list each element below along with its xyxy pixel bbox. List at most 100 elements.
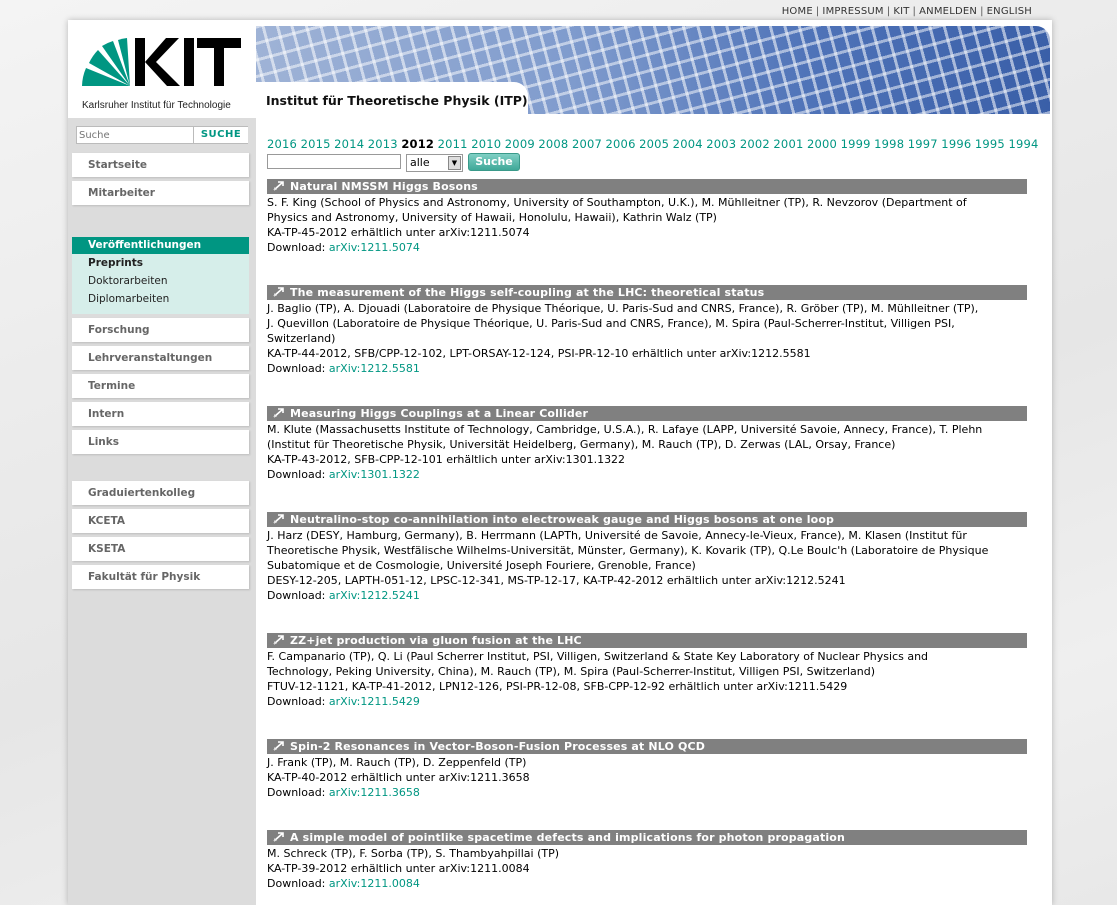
year-link-1999[interactable]: 1999 — [841, 137, 871, 151]
filter-text-input[interactable] — [267, 154, 401, 169]
year-link-1996[interactable]: 1996 — [941, 137, 971, 151]
publication-line: Physics and Astronomy, University of Haw… — [267, 211, 717, 224]
sidebar-item-fakultaet[interactable]: Fakultät für Physik — [72, 565, 249, 589]
publication-title-text: Spin-2 Resonances in Vector-Boson-Fusion… — [290, 740, 706, 753]
arxiv-download-link[interactable]: arXiv:1211.5074 — [329, 241, 420, 254]
sidebar-item-lehrveranstaltungen[interactable]: Lehrveranstaltungen — [72, 346, 249, 370]
sidebar-subitem-preprints[interactable]: Preprints — [88, 257, 143, 269]
publication-details: M. Schreck (TP), F. Sorba (TP), S. Thamb… — [267, 845, 1027, 891]
publication-line: M. Klute (Massachusetts Institute of Tec… — [267, 423, 983, 436]
kit-logo-mark — [82, 38, 241, 86]
publication-details: F. Campanario (TP), Q. Li (Paul Scherrer… — [267, 648, 1027, 709]
year-link-2001[interactable]: 2001 — [773, 137, 803, 151]
filter-select[interactable]: alle ▼ — [406, 154, 463, 172]
publication-line: F. Campanario (TP), Q. Li (Paul Scherrer… — [267, 650, 929, 663]
arxiv-download-link[interactable]: arXiv:1211.3658 — [329, 786, 420, 799]
page-container: HOME | IMPRESSUM | KIT | ANMELDEN | ENGLISH Karl… — [68, 6, 1052, 905]
download-label: Download: — [267, 589, 329, 602]
arxiv-download-link[interactable]: arXiv:1212.5581 — [329, 362, 420, 375]
publication-line: KA-TP-39-2012 erhältlich unter arXiv:121… — [267, 862, 530, 875]
publication-details: J. Baglio (TP), A. Djouadi (Laboratoire … — [267, 300, 1027, 376]
publication-item: Natural NMSSM Higgs Bosons S. F. King (Sc… — [267, 179, 1027, 255]
filter-select-value: alle — [410, 156, 430, 169]
publication-title[interactable]: Spin-2 Resonances in Vector-Boson-Fusion… — [267, 739, 1027, 754]
year-link-1998[interactable]: 1998 — [874, 137, 904, 151]
publication-title-text: Measuring Higgs Couplings at a Linear Co… — [290, 407, 589, 420]
arxiv-download-link[interactable]: arXiv:1212.5241 — [329, 589, 420, 602]
kit-logo[interactable]: Karlsruher Institut für Technologie — [80, 38, 250, 118]
publication-line: M. Schreck (TP), F. Sorba (TP), S. Thamb… — [267, 847, 560, 860]
sidebar-item-intern[interactable]: Intern — [72, 402, 249, 426]
header: Karlsruher Institut für Technologie Inst… — [68, 20, 1052, 118]
year-link-2016[interactable]: 2016 — [267, 137, 297, 151]
publication-line: Subatomique et de Cosmologie, Université… — [267, 559, 696, 572]
english-link[interactable]: ENGLISH — [987, 6, 1032, 17]
sidebar-subitem-doktorarbeiten[interactable]: Doktorarbeiten — [88, 275, 167, 287]
publication-line: Switzerland) — [267, 332, 336, 345]
year-link-2000[interactable]: 2000 — [807, 137, 837, 151]
year-link-2007[interactable]: 2007 — [572, 137, 602, 151]
publication-line: J. Baglio (TP), A. Djouadi (Laboratoire … — [267, 302, 979, 315]
year-link-1995[interactable]: 1995 — [975, 137, 1005, 151]
publication-line: KA-TP-44-2012, SFB/CPP-12-102, LPT-ORSAY… — [267, 347, 811, 360]
year-link-2010[interactable]: 2010 — [471, 137, 501, 151]
year-link-2006[interactable]: 2006 — [606, 137, 636, 151]
sidebar-item-forschung[interactable]: Forschung — [72, 318, 249, 342]
arxiv-download-link[interactable]: arXiv:1301.1322 — [329, 468, 420, 481]
sidebar-item-termine[interactable]: Termine — [72, 374, 249, 398]
top-navigation: HOME | IMPRESSUM | KIT | ANMELDEN | ENGLISH — [781, 6, 1032, 17]
arxiv-download-link[interactable]: arXiv:1211.0084 — [329, 877, 420, 890]
download-line: Download: arXiv:1301.1322 — [267, 467, 1027, 482]
year-link-2003[interactable]: 2003 — [706, 137, 736, 151]
sidebar-subitem-diplomarbeiten[interactable]: Diplomarbeiten — [88, 293, 169, 305]
year-link-2008[interactable]: 2008 — [538, 137, 568, 151]
sidebar-item-kceta[interactable]: KCETA — [72, 509, 249, 533]
download-label: Download: — [267, 695, 329, 708]
download-label: Download: — [267, 362, 329, 375]
year-link-2004[interactable]: 2004 — [673, 137, 703, 151]
sidebar-item-graduiertenkolleg[interactable]: Graduiertenkolleg — [72, 481, 249, 505]
sidebar-item-startseite[interactable]: Startseite — [72, 153, 249, 177]
home-link[interactable]: HOME — [782, 6, 813, 17]
anmelden-link[interactable]: ANMELDEN — [919, 6, 977, 17]
download-line: Download: arXiv:1211.3658 — [267, 785, 1027, 800]
publication-title[interactable]: Measuring Higgs Couplings at a Linear Co… — [267, 406, 1027, 421]
sidebar-item-mitarbeiter[interactable]: Mitarbeiter — [72, 181, 249, 205]
publication-title[interactable]: A simple model of pointlike spacetime de… — [267, 830, 1027, 845]
year-link-2013[interactable]: 2013 — [368, 137, 398, 151]
sidebar-submenu: Preprints Doktorarbeiten Diplomarbeiten — [72, 254, 249, 314]
expand-arrow-icon — [273, 741, 284, 751]
institute-title: Institut für Theoretische Physik (ITP) — [266, 93, 528, 108]
year-link-2005[interactable]: 2005 — [639, 137, 669, 151]
sidebar-item-links[interactable]: Links — [72, 430, 249, 454]
year-link-2002[interactable]: 2002 — [740, 137, 770, 151]
year-link-2009[interactable]: 2009 — [505, 137, 535, 151]
publication-title-text: Natural NMSSM Higgs Bosons — [290, 180, 478, 193]
sidebar-item-kseta[interactable]: KSETA — [72, 537, 249, 561]
expand-arrow-icon — [273, 408, 284, 418]
year-link-2015[interactable]: 2015 — [301, 137, 331, 151]
impressum-link[interactable]: IMPRESSUM — [822, 6, 883, 17]
sidebar-item-veroeffentlichungen[interactable]: Veröffentlichungen — [72, 237, 249, 254]
sidebar-search-button[interactable]: SUCHE — [193, 127, 248, 143]
publication-line: Technology, Peking University, China), M… — [267, 665, 876, 678]
expand-arrow-icon — [273, 181, 284, 191]
year-link-2014[interactable]: 2014 — [334, 137, 364, 151]
publication-title-text: A simple model of pointlike spacetime de… — [290, 831, 845, 844]
publication-title[interactable]: Natural NMSSM Higgs Bosons — [267, 179, 1027, 194]
filter-search-button[interactable]: Suche — [468, 153, 520, 171]
publication-line: J. Harz (DESY, Hamburg, Germany), B. Her… — [267, 529, 967, 542]
download-label: Download: — [267, 877, 329, 890]
year-link-2011[interactable]: 2011 — [438, 137, 468, 151]
year-link-2012[interactable]: 2012 — [401, 137, 434, 151]
sidebar-search-input[interactable] — [78, 128, 184, 142]
expand-arrow-icon — [273, 635, 284, 645]
kit-link[interactable]: KIT — [893, 6, 909, 17]
publication-title[interactable]: Neutralino-stop co-annihilation into ele… — [267, 512, 1027, 527]
publication-title[interactable]: ZZ+jet production via gluon fusion at th… — [267, 633, 1027, 648]
expand-arrow-icon — [273, 287, 284, 297]
publication-title[interactable]: The measurement of the Higgs self-coupli… — [267, 285, 1027, 300]
arxiv-download-link[interactable]: arXiv:1211.5429 — [329, 695, 420, 708]
year-link-1997[interactable]: 1997 — [908, 137, 938, 151]
year-link-1994[interactable]: 1994 — [1008, 137, 1038, 151]
